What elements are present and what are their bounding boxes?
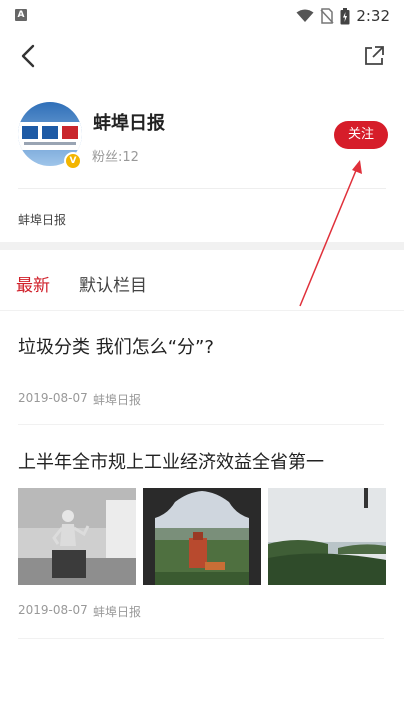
wifi-icon: [296, 9, 314, 22]
article-date: 2019-08-07: [18, 603, 88, 617]
share-icon: [365, 46, 384, 65]
section-separator: [0, 242, 404, 250]
app-notification-icon: A: [15, 9, 27, 21]
tab-default-column[interactable]: 默认栏目: [79, 271, 147, 296]
verified-badge-icon: V: [64, 152, 82, 170]
profile-name: 蚌埠日报: [93, 113, 165, 134]
article-source: 蚌埠日报: [93, 393, 142, 407]
clock: 2:32: [356, 7, 390, 25]
article-thumbnail-tower-view[interactable]: [143, 488, 261, 585]
divider: [18, 188, 386, 189]
status-bar: A 2:32: [0, 0, 404, 32]
profile-description: 蚌埠日报: [18, 213, 67, 227]
share-button[interactable]: [362, 44, 386, 68]
back-arrow-icon: [21, 44, 35, 68]
article-title[interactable]: 垃圾分类 我们怎么“分”?: [18, 333, 214, 359]
divider: [18, 424, 384, 425]
article-thumbnail-landscape[interactable]: [268, 488, 386, 585]
divider: [0, 310, 404, 311]
no-sim-icon: [320, 8, 334, 24]
article-source: 蚌埠日报: [93, 605, 142, 619]
article-thumbnail-robot[interactable]: [18, 488, 136, 585]
follow-button[interactable]: 关注: [334, 121, 388, 149]
article-date: 2019-08-07: [18, 391, 88, 405]
article-title[interactable]: 上半年全市规上工业经济效益全省第一: [18, 448, 324, 474]
battery-icon: [340, 7, 350, 24]
divider: [18, 638, 384, 639]
tab-latest[interactable]: 最新: [16, 271, 50, 296]
back-button[interactable]: [14, 40, 46, 72]
status-icons: 2:32: [296, 6, 390, 26]
fans-count: 粉丝:12: [92, 150, 139, 165]
